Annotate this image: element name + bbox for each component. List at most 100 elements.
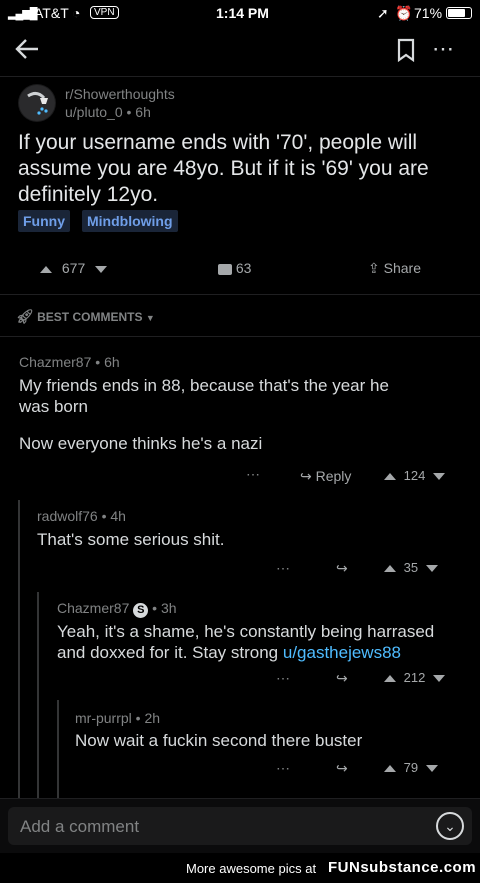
subreddit-name[interactable]: r/Showerthoughts bbox=[65, 86, 175, 102]
downvote-icon[interactable] bbox=[425, 565, 438, 573]
share-icon: ⇪ bbox=[368, 260, 380, 276]
back-arrow-icon[interactable] bbox=[14, 38, 40, 60]
reply-button[interactable]: ↪ Reply bbox=[300, 468, 351, 485]
comment-vote-bar: 79 bbox=[384, 760, 438, 775]
location-icon: ➚ bbox=[377, 5, 389, 21]
vpn-badge: VPN bbox=[90, 6, 119, 19]
divider bbox=[0, 336, 480, 337]
flair-funny[interactable]: Funny bbox=[18, 210, 70, 232]
signal-icon: ▂▄▆█ bbox=[8, 8, 37, 20]
comment-vote-bar: 124 bbox=[384, 468, 445, 483]
comment-body: That's some serious shit. bbox=[37, 530, 225, 549]
comment-vote-bar: 35 bbox=[384, 560, 438, 575]
comment-vote-count: 124 bbox=[403, 468, 426, 483]
comment-vote-count: 79 bbox=[403, 760, 419, 775]
battery-percent: 71% bbox=[414, 5, 443, 21]
comment-age: 6h bbox=[104, 354, 120, 370]
downvote-icon[interactable] bbox=[425, 765, 438, 773]
flair-mindblowing[interactable]: Mindblowing bbox=[82, 210, 178, 232]
comment-age: 2h bbox=[144, 710, 161, 726]
more-icon[interactable]: ⋯ bbox=[276, 670, 290, 687]
upvote-icon[interactable] bbox=[40, 265, 52, 273]
downvote-icon[interactable] bbox=[432, 675, 445, 683]
more-icon[interactable]: ⋯ bbox=[276, 760, 290, 777]
meta-dot: • bbox=[126, 104, 132, 120]
subreddit-avatar[interactable] bbox=[18, 84, 56, 122]
comment-placeholder: Add a comment bbox=[20, 817, 140, 836]
comment-composer-bar: Add a comment ⌄ bbox=[0, 798, 480, 853]
post-vote-bar: 677 bbox=[40, 260, 108, 276]
reply-arrow-icon[interactable]: ↪ bbox=[336, 670, 348, 687]
reply-arrow-icon[interactable]: ↪ bbox=[336, 560, 348, 577]
post-age: 6h bbox=[135, 104, 151, 120]
divider bbox=[0, 294, 480, 295]
post-meta: u/pluto_0 • 6h bbox=[65, 104, 151, 120]
post-author[interactable]: u/pluto_0 bbox=[65, 104, 123, 120]
downvote-icon[interactable] bbox=[95, 265, 108, 273]
comment-meta: mr-purrpl • 2h bbox=[75, 710, 161, 726]
comment-vote-count: 212 bbox=[403, 670, 426, 685]
rocket-icon: 🚀︎ bbox=[16, 308, 34, 324]
upvote-icon[interactable] bbox=[384, 675, 396, 683]
comment-author[interactable]: Chazmer87 bbox=[57, 600, 129, 616]
chevron-down-icon: ▼ bbox=[145, 313, 155, 323]
upvote-icon[interactable] bbox=[384, 473, 396, 481]
clock: 1:14 PM bbox=[216, 5, 269, 21]
comment-age: 3h bbox=[160, 600, 177, 616]
comment-meta: radwolf76 • 4h bbox=[37, 508, 126, 524]
thread-line[interactable] bbox=[37, 592, 39, 800]
alarm-icon: ⏰ bbox=[395, 5, 413, 21]
wifi-icon: ◔ bbox=[72, 5, 81, 21]
watermark-brand: FUNsubstance.com bbox=[328, 859, 477, 876]
comments-button[interactable]: 63 bbox=[218, 260, 251, 276]
upvote-icon[interactable] bbox=[384, 565, 396, 573]
reply-label: Reply bbox=[315, 468, 352, 484]
comment-body: Yeah, it's a shame, he's constantly bein… bbox=[57, 621, 467, 663]
comment-age: 4h bbox=[110, 508, 126, 524]
comment-text-line: and doxxed for it. Stay strong bbox=[57, 643, 279, 662]
thread-line[interactable] bbox=[18, 500, 20, 800]
status-bar: ▂▄▆█ AT&T ◔ VPN 1:14 PM ➚ ⏰ 71% bbox=[0, 0, 480, 26]
more-icon[interactable]: ⋯ bbox=[276, 560, 290, 577]
snoo-badge-icon: S bbox=[133, 603, 149, 618]
comment-meta: Chazmer87 • 6h bbox=[19, 354, 120, 370]
more-icon[interactable]: ⋯ bbox=[246, 466, 260, 483]
comment-meta: Chazmer87 S • 3h bbox=[57, 600, 177, 618]
save-bookmark-icon[interactable] bbox=[396, 38, 416, 62]
carrier-label: AT&T bbox=[34, 5, 69, 21]
comment-icon bbox=[218, 263, 232, 275]
comment-input[interactable]: Add a comment ⌄ bbox=[8, 807, 472, 845]
battery-icon bbox=[446, 7, 472, 19]
comment-author[interactable]: radwolf76 bbox=[37, 508, 98, 524]
comment-vote-bar: 212 bbox=[384, 670, 445, 685]
comment-text-line: My friends ends in 88, because that's th… bbox=[19, 376, 389, 395]
top-bar: ⋯ bbox=[0, 26, 480, 76]
watermark-text: More awesome pics at bbox=[186, 861, 317, 876]
comment-body: My friends ends in 88, because that's th… bbox=[19, 375, 459, 454]
user-link[interactable]: u/gasthejews88 bbox=[283, 643, 401, 662]
comment-body: Now wait a fuckin second there buster bbox=[75, 731, 363, 750]
reply-arrow-icon[interactable]: ↪ bbox=[336, 760, 348, 777]
comment-text-line: was born bbox=[19, 397, 88, 416]
comment-text-line: Yeah, it's a shame, he's constantly bein… bbox=[57, 622, 435, 641]
comment-count: 63 bbox=[235, 260, 252, 276]
more-options-icon[interactable]: ⋯ bbox=[432, 36, 455, 62]
shower-icon bbox=[19, 85, 55, 121]
watermark-bar: More awesome pics at FUNsubstance.com bbox=[0, 853, 480, 883]
upvote-icon[interactable] bbox=[384, 765, 396, 773]
expand-chevron-icon[interactable]: ⌄ bbox=[436, 812, 464, 840]
share-button[interactable]: ⇪ Share bbox=[368, 260, 421, 277]
comment-author[interactable]: Chazmer87 bbox=[19, 354, 91, 370]
share-label: Share bbox=[383, 260, 421, 276]
comment-author[interactable]: mr-purrpl bbox=[75, 710, 132, 726]
comment-vote-count: 35 bbox=[403, 560, 419, 575]
reply-arrow-icon: ↪ bbox=[300, 468, 312, 484]
divider bbox=[0, 76, 480, 77]
downvote-icon[interactable] bbox=[432, 473, 445, 481]
sort-selector[interactable]: 🚀︎ BEST COMMENTS ▼ bbox=[16, 308, 155, 325]
comment-text-line: Now everyone thinks he's a nazi bbox=[19, 434, 263, 453]
post-vote-count: 677 bbox=[61, 260, 86, 276]
sort-label: BEST COMMENTS bbox=[37, 310, 143, 324]
post-title[interactable]: If your username ends with '70', people … bbox=[18, 130, 468, 208]
thread-line[interactable] bbox=[57, 700, 59, 800]
